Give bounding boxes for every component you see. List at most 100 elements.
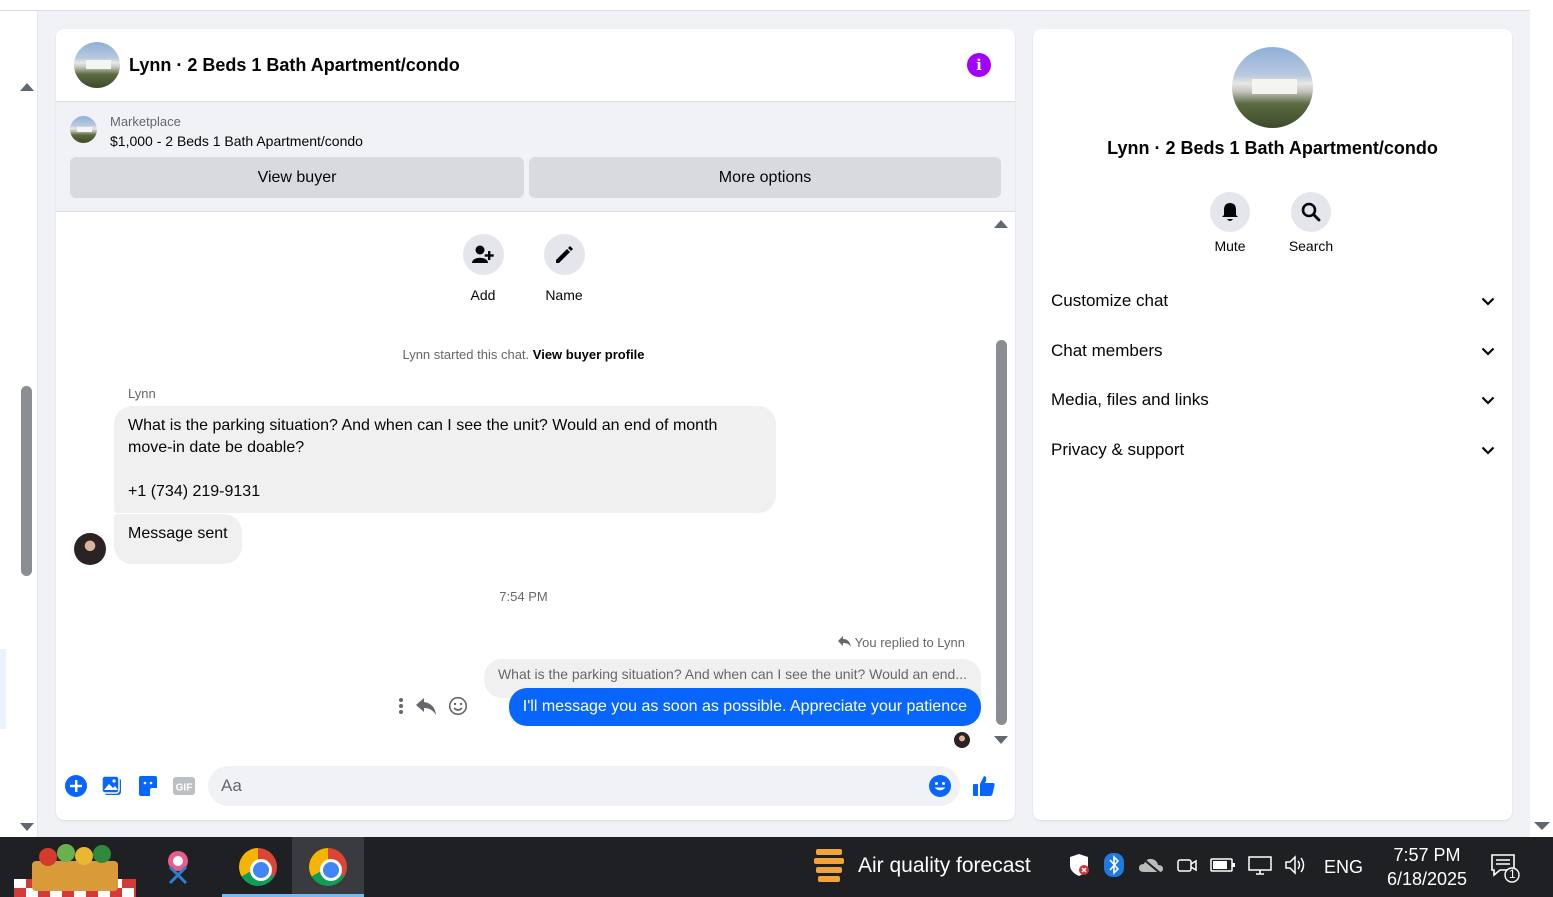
chat-title[interactable]: Lynn · 2 Beds 1 Bath Apartment/condo [129,55,460,76]
clock-date: 6/18/2025 [1386,869,1468,889]
add-label: Add [470,287,496,303]
chrome-app-1[interactable] [222,837,294,897]
image-icon[interactable] [100,774,124,798]
bell-icon[interactable] [1210,192,1250,232]
scroll-up-arrow[interactable] [20,83,34,91]
onedrive-icon[interactable] [1138,856,1164,879]
selection-marker [0,649,6,729]
plus-icon[interactable] [64,774,88,798]
message-timestamp: 7:54 PM [499,589,548,604]
chrome-app-2[interactable] [292,837,364,897]
listing-avatar[interactable] [74,42,120,88]
chat-panel: Lynn · 2 Beds 1 Bath Apartment/condo i M… [56,29,1015,820]
weather-widget[interactable]: Air quality forecast [812,847,1031,885]
message-scroll-up[interactable] [994,220,1008,228]
chat-started-notice: Lynn started this chat. View buyer profi… [56,347,991,362]
info-listing-avatar[interactable] [1232,47,1313,128]
name-action[interactable]: Name [534,234,594,303]
bluetooth-icon[interactable] [1104,852,1124,882]
message-scroll-down[interactable] [994,736,1008,744]
started-text: Lynn started this chat. [402,347,530,362]
view-buyer-profile-link[interactable]: View buyer profile [533,347,645,362]
name-label: Name [545,287,583,303]
section-label: Chat members [1051,341,1163,360]
listing-price[interactable]: $1,000 - 2 Beds 1 Bath Apartment/condo [110,131,363,151]
replied-to-label: You replied to Lynn [854,635,965,650]
composer-placeholder: Aa [221,776,242,795]
info-icon[interactable]: i [967,53,991,77]
incoming-phone[interactable]: +1 (734) 219-9131 [128,481,762,503]
more-options-button[interactable]: More options [529,157,1001,198]
more-icon[interactable] [398,697,404,720]
clock[interactable]: 7:57 PM 6/18/2025 [1372,843,1482,891]
windows-taskbar: Air quality forecast ENG 7:57 PM 6/18/20… [0,837,1553,897]
conversation-info-panel: Lynn · 2 Beds 1 Bath Apartment/condo Mut… [1033,29,1512,820]
battery-icon[interactable] [1210,857,1236,877]
notification-count: 1 [1509,867,1516,881]
avatar[interactable] [74,533,106,565]
scroll-down-arrow[interactable] [20,823,34,831]
add-person-icon[interactable] [462,234,504,275]
snipping-tool-icon[interactable] [142,837,214,897]
notification-center-icon[interactable]: 1 [1490,853,1520,883]
section-chat-members[interactable]: Chat members [1051,341,1495,361]
section-media-files-links[interactable]: Media, files and links [1051,390,1495,410]
search-icon[interactable] [1291,192,1331,232]
marketplace-banner: Marketplace $1,000 - 2 Beds 1 Bath Apart… [56,102,1015,212]
pencil-icon[interactable] [543,234,585,275]
sender-name: Lynn [128,386,156,401]
outgoing-message[interactable]: I'll message you as soon as possible. Ap… [508,688,981,726]
section-privacy-support[interactable]: Privacy & support [1051,440,1495,460]
system-tray [1068,837,1308,897]
section-customize-chat[interactable]: Customize chat [1051,291,1495,311]
like-icon[interactable] [972,774,996,798]
add-action[interactable]: Add [453,234,513,303]
marketplace-label: Marketplace [110,114,181,129]
search-label: Search [1288,238,1334,254]
camera-icon[interactable] [1176,855,1198,880]
scroll-thumb[interactable] [21,386,32,576]
gif-icon[interactable]: GIF [172,774,196,798]
weather-text: Air quality forecast [858,854,1031,877]
message-sent-bubble[interactable]: Message sent [114,514,242,564]
incoming-message-text: What is the parking situation? And when … [128,417,718,456]
left-scroll-strip [0,11,38,837]
message-input[interactable]: Aa [208,766,960,806]
message-scroll-thumb[interactable] [996,340,1007,725]
chevron-down-icon [1481,390,1495,410]
reply-indicator: You replied to Lynn [837,635,965,650]
mute-action[interactable]: Mute [1200,192,1260,254]
page-scroll-down-arrow[interactable] [1534,822,1550,830]
volume-icon[interactable] [1284,854,1308,880]
picnic-basket-icon[interactable] [14,841,136,897]
emoji-icon[interactable] [448,696,468,721]
reply-icon[interactable] [416,697,436,720]
message-actions [398,696,468,721]
chevron-down-icon [1481,341,1495,361]
network-icon[interactable] [1248,855,1272,880]
incoming-message[interactable]: What is the parking situation? And when … [114,406,776,513]
chevron-down-icon [1481,440,1495,460]
language-indicator[interactable]: ENG [1324,857,1363,878]
seen-avatar [954,732,970,748]
svg-text:GIF: GIF [176,783,193,794]
info-title: Lynn · 2 Beds 1 Bath Apartment/condo [1107,138,1438,158]
listing-thumbnail[interactable] [70,116,97,143]
message-scrollbar[interactable] [993,212,1009,752]
section-label: Customize chat [1051,291,1169,310]
search-action[interactable]: Search [1281,192,1341,254]
clock-time: 7:57 PM [1393,845,1461,865]
section-label: Media, files and links [1051,390,1209,409]
chrome-icon [239,848,277,886]
emoji-icon[interactable] [928,774,952,803]
composer: GIF Aa [56,762,1015,810]
section-label: Privacy & support [1051,440,1185,459]
sticker-icon[interactable] [136,774,160,798]
page-scrollbar[interactable] [1530,0,1553,837]
chevron-down-icon [1481,291,1495,311]
browser-top-strip [0,0,1530,11]
mute-label: Mute [1214,238,1246,254]
chrome-icon [309,848,347,886]
security-icon[interactable] [1068,853,1090,882]
view-buyer-button[interactable]: View buyer [70,157,524,198]
